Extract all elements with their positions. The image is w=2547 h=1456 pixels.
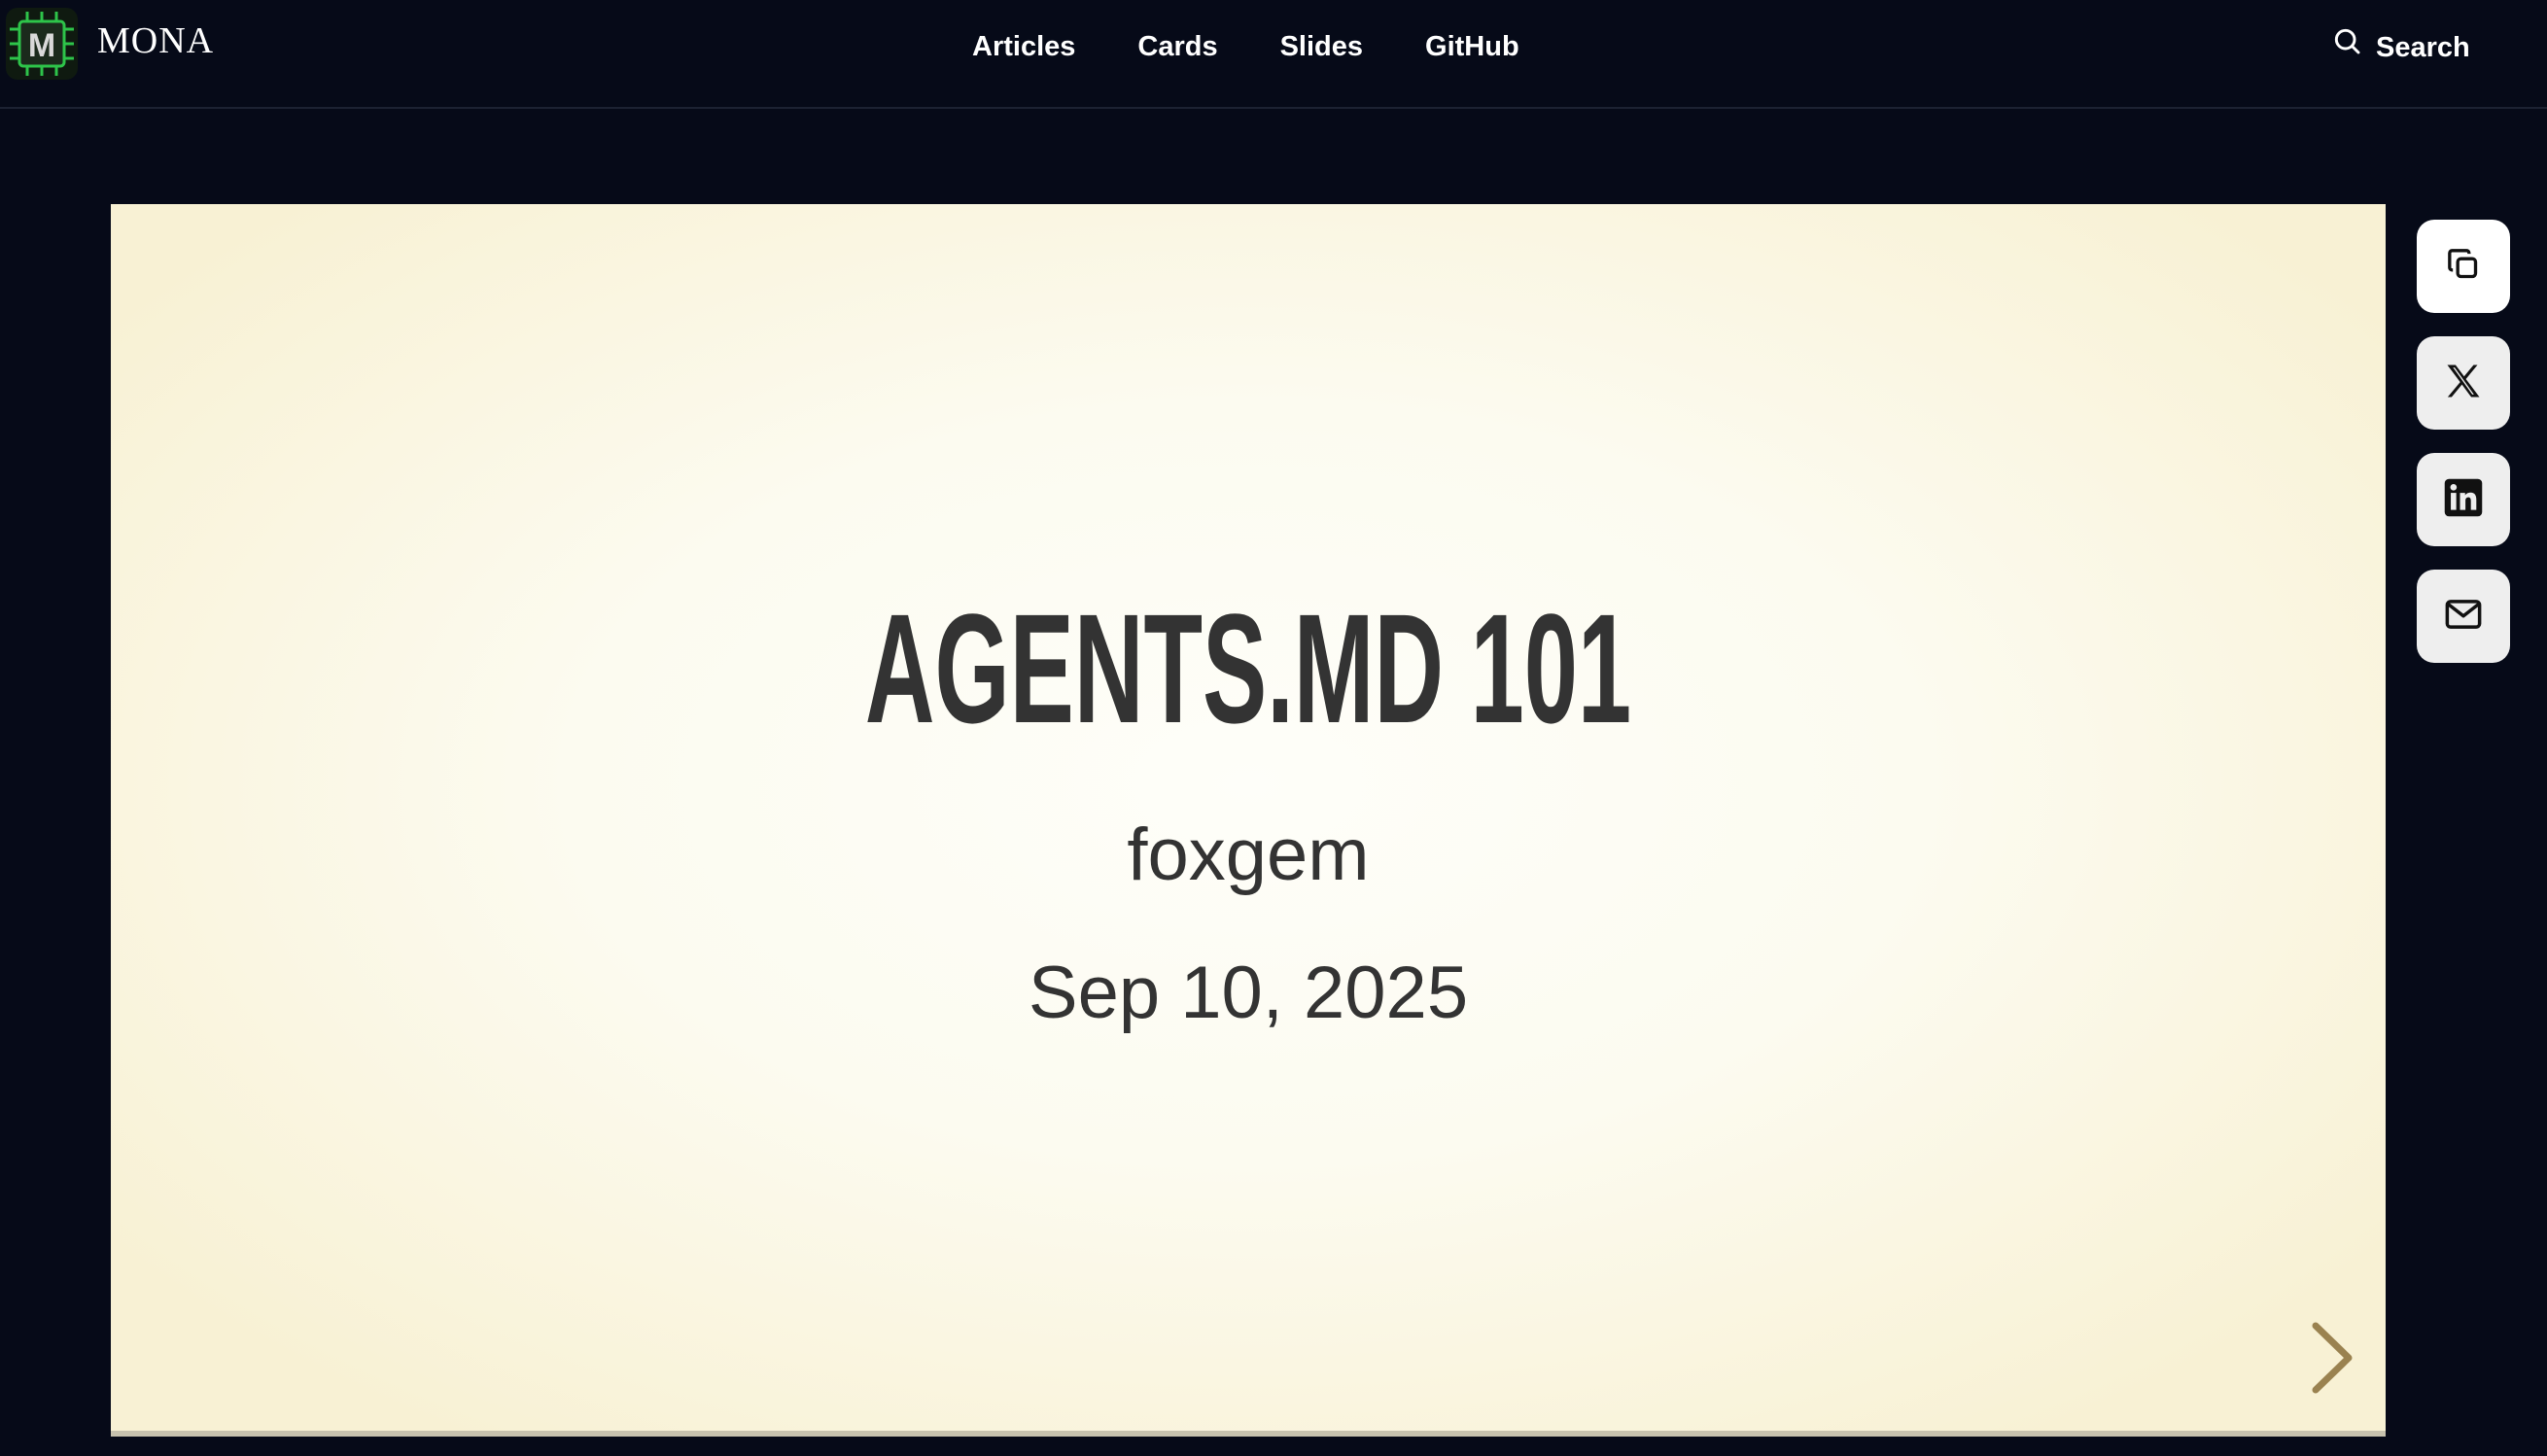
x-twitter-icon	[2442, 360, 2485, 407]
search-label: Search	[2376, 31, 2470, 63]
nav-articles[interactable]: Articles	[972, 27, 1075, 66]
share-linkedin-button[interactable]	[2417, 453, 2510, 546]
top-navbar: M MONA Articles Cards Slides GitHub Sear…	[0, 0, 2547, 109]
nav-github[interactable]: GitHub	[1425, 27, 1519, 66]
slide-title: AGENTS.MD 101	[864, 581, 1632, 755]
slide-progress-bar	[111, 1431, 2386, 1437]
nav-slides[interactable]: Slides	[1280, 27, 1363, 66]
share-email-button[interactable]	[2417, 570, 2510, 663]
copy-link-button[interactable]	[2417, 220, 2510, 313]
chevron-right-icon[interactable]	[2306, 1320, 2360, 1396]
linkedin-icon	[2443, 477, 2484, 523]
brand-name[interactable]: MONA	[97, 17, 214, 64]
chip-logo-icon[interactable]: M	[6, 8, 78, 80]
slide-date: Sep 10, 2025	[1028, 952, 1469, 1034]
copy-icon	[2444, 245, 2483, 289]
search-icon	[2331, 25, 2362, 69]
main-nav: Articles Cards Slides GitHub	[972, 27, 1582, 66]
search-button[interactable]: Search	[2331, 25, 2470, 69]
svg-text:M: M	[28, 27, 55, 64]
slide-canvas[interactable]: AGENTS.MD 101 foxgem Sep 10, 2025	[111, 204, 2386, 1437]
mail-icon	[2443, 594, 2484, 640]
share-rail	[2417, 220, 2510, 686]
nav-cards[interactable]: Cards	[1137, 27, 1217, 66]
share-x-button[interactable]	[2417, 336, 2510, 430]
slide-author: foxgem	[1127, 814, 1370, 896]
